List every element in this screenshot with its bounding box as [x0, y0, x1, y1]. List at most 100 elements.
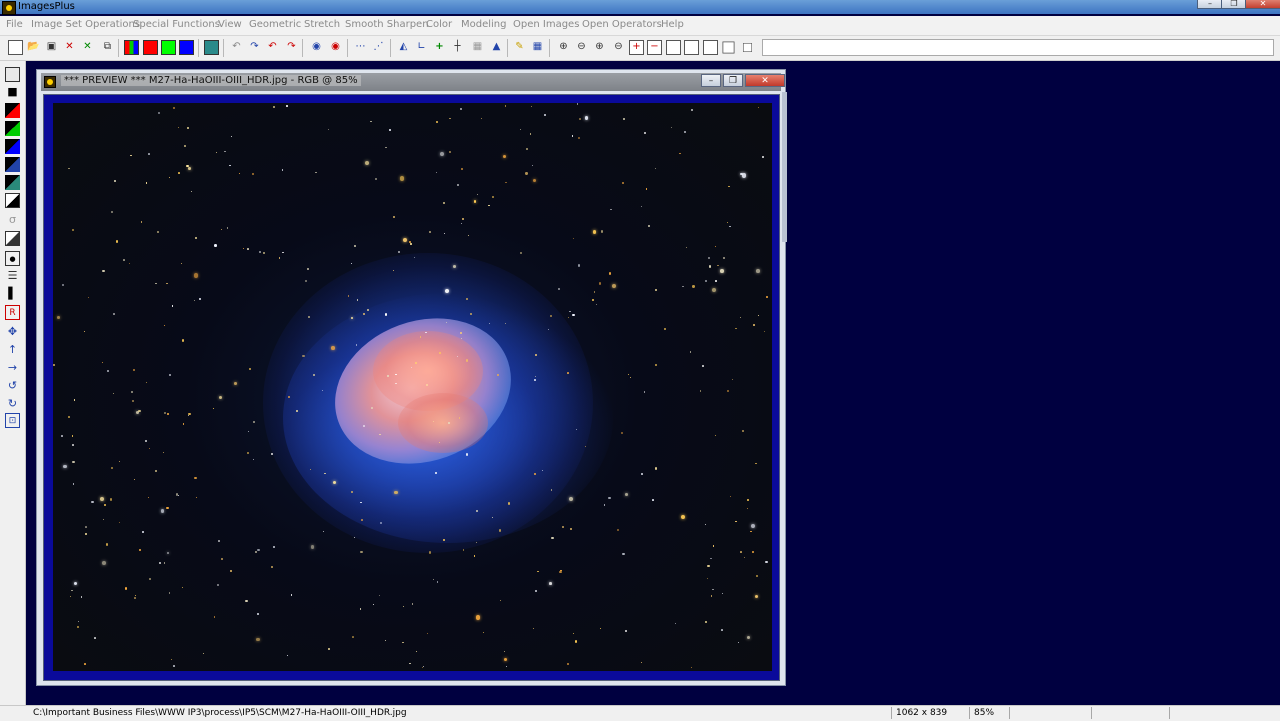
nebula-image[interactable] — [53, 103, 772, 671]
preview-restore-button[interactable]: ❐ — [723, 74, 743, 87]
menu-open-images[interactable]: Open Images — [513, 19, 579, 30]
save-small-icon[interactable] — [5, 67, 20, 82]
menu-special-functions[interactable]: Special Functions — [133, 19, 220, 30]
black-navy-icon[interactable] — [5, 157, 20, 172]
menu-color[interactable]: Color — [426, 19, 452, 30]
image-adjust-icon[interactable]: ▲ — [489, 40, 504, 55]
save-icon[interactable]: ▣ — [44, 40, 59, 55]
rotate-right-icon[interactable]: ↻ — [5, 397, 20, 412]
star — [132, 368, 135, 372]
new-file-icon[interactable] — [8, 40, 23, 55]
menu-file[interactable]: File — [6, 19, 23, 30]
flip-icon[interactable]: ⊡ — [5, 413, 20, 428]
gamma-icon[interactable]: σ — [5, 213, 20, 228]
levels-icon[interactable]: ◭ — [396, 40, 411, 55]
star — [135, 595, 137, 597]
redo-all-icon[interactable]: ↷ — [284, 40, 299, 55]
star — [442, 202, 445, 205]
star — [575, 640, 578, 643]
green-channel-icon[interactable] — [161, 40, 176, 55]
star — [53, 364, 56, 367]
star — [256, 637, 260, 642]
star — [216, 583, 220, 586]
close-image-icon[interactable]: ✕ — [62, 40, 77, 55]
grid-icon[interactable]: ▦ — [530, 40, 545, 55]
menu-modeling[interactable]: Modeling — [461, 19, 507, 30]
black-teal-icon[interactable] — [5, 175, 20, 190]
box-medium-icon[interactable] — [684, 40, 699, 55]
crosshair-icon[interactable]: + — [432, 40, 447, 55]
curve-icon[interactable] — [5, 231, 20, 246]
undo-all-icon[interactable]: ↶ — [265, 40, 280, 55]
black-blue-icon[interactable] — [5, 139, 20, 154]
menu-stretch[interactable]: Stretch — [304, 19, 340, 30]
crop-points-icon[interactable]: ⋰ — [371, 40, 386, 55]
rgb-channels-icon[interactable] — [124, 40, 139, 55]
star — [203, 652, 205, 654]
rotate-left-icon[interactable]: ↺ — [5, 379, 20, 394]
star — [139, 549, 142, 552]
star — [164, 411, 167, 414]
menu-open-operators[interactable]: Open Operators — [582, 19, 662, 30]
menu-view[interactable]: View — [218, 19, 242, 30]
dotted-line-icon[interactable]: ⋯ — [353, 40, 368, 55]
star — [149, 448, 150, 450]
black-bar-icon[interactable]: ▌ — [5, 287, 20, 302]
blue-channel-icon[interactable] — [179, 40, 194, 55]
box-smaller-icon[interactable] — [722, 41, 735, 54]
bars-icon[interactable]: ☰ — [5, 269, 20, 284]
red-channel-icon[interactable] — [143, 40, 158, 55]
menu-smooth-sharpen[interactable]: Smooth Sharpen — [345, 19, 429, 30]
red-dot-icon[interactable]: ◉ — [328, 40, 343, 55]
crosshair-thin-icon[interactable]: ┼ — [450, 40, 465, 55]
open-folder-icon[interactable]: 📂 — [26, 40, 41, 55]
star — [155, 282, 158, 285]
grid-image-icon[interactable] — [204, 40, 219, 55]
zoom-fit-icon[interactable]: ⊕ — [592, 40, 607, 55]
star — [113, 392, 115, 395]
subtract-box-icon[interactable]: − — [647, 40, 662, 55]
vertical-scrollbar[interactable] — [782, 92, 787, 242]
star — [690, 666, 692, 668]
close-all-icon[interactable]: ✕ — [80, 40, 95, 55]
pencil-icon[interactable]: ✎ — [512, 40, 527, 55]
table-icon[interactable]: ▦ — [470, 40, 485, 55]
red-box-icon[interactable]: R — [5, 305, 20, 320]
preview-close-button[interactable]: ✕ — [745, 74, 785, 87]
menu-help[interactable]: Help — [661, 19, 684, 30]
close-button[interactable]: ✕ — [1245, 0, 1280, 9]
star — [398, 250, 401, 253]
minimize-button[interactable]: – — [1197, 0, 1223, 9]
toolbar-field[interactable] — [762, 39, 1274, 56]
undo-icon[interactable]: ↶ — [229, 40, 244, 55]
star — [470, 312, 472, 315]
box-small-icon[interactable] — [703, 40, 718, 55]
star — [591, 299, 594, 302]
menu-image-set-operations[interactable]: Image Set Operations — [31, 19, 140, 30]
white-black-icon[interactable] — [5, 193, 20, 208]
move-icon[interactable]: ✥ — [5, 325, 20, 340]
zoom-out-icon[interactable]: ⊖ — [574, 40, 589, 55]
star — [755, 595, 759, 599]
black-red-icon[interactable] — [5, 103, 20, 118]
zoom-actual-icon[interactable]: ⊖ — [611, 40, 626, 55]
arrow-right-icon[interactable]: → — [5, 361, 20, 376]
dot-box-icon[interactable]: ● — [5, 251, 20, 266]
copy-window-icon[interactable]: ⧉ — [100, 40, 115, 55]
preview-window-title-bar[interactable]: *** PREVIEW *** M27-Ha-HaOIII-OIII_HDR.j… — [41, 73, 785, 91]
star — [163, 562, 165, 564]
black-square-icon[interactable]: ■ — [5, 85, 20, 100]
arrow-up-icon[interactable]: ↑ — [5, 343, 20, 358]
menu-geometric[interactable]: Geometric — [249, 19, 301, 30]
add-box-icon[interactable]: + — [629, 40, 644, 55]
box-large-icon[interactable] — [666, 40, 681, 55]
redo-icon[interactable]: ↷ — [247, 40, 262, 55]
box-smallest-icon[interactable] — [743, 43, 752, 52]
maximize-button[interactable]: ❐ — [1221, 0, 1247, 9]
blue-dot-icon[interactable]: ◉ — [309, 40, 324, 55]
zoom-in-icon[interactable]: ⊕ — [556, 40, 571, 55]
preview-minimize-button[interactable]: – — [701, 74, 721, 87]
black-green-icon[interactable] — [5, 121, 20, 136]
star — [160, 508, 165, 513]
axis-icon[interactable]: ∟ — [414, 40, 429, 55]
